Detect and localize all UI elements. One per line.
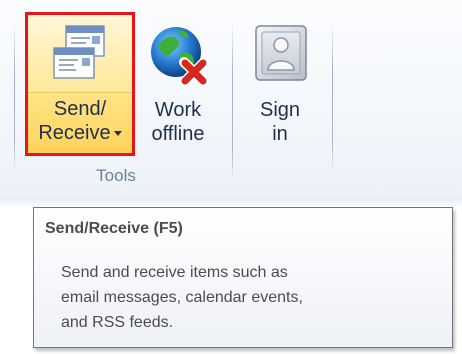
send-receive-icon [53,25,105,79]
work-offline-button[interactable]: Work offline [138,14,218,156]
send-receive-button[interactable]: Send/ Receive [25,12,135,156]
send-receive-tooltip: Send/Receive (F5) Send and receive items… [33,207,453,348]
chevron-down-icon [113,131,122,137]
send-receive-label: Send/ Receive [28,98,132,144]
tooltip-body-line2: email messages, calendar events, [61,289,303,306]
sign-in-label: Sign in [240,99,320,145]
tooltip-title: Send/Receive (F5) [45,220,183,237]
send-receive-label-line1: Send/ [53,98,107,120]
ribbon-panel: Send/ Receive Work offline Sign in Tools [0,0,462,199]
work-offline-label-line2: offline [151,123,205,145]
sign-in-label-line2: in [272,123,288,145]
globe-offline-icon [151,27,209,86]
ribbon-left-separator [14,22,15,172]
send-receive-label-text: Receive [38,122,111,144]
work-offline-label: Work offline [138,99,218,145]
sign-in-label-line1: Sign [259,99,301,121]
tools-group-label: Tools [96,166,136,185]
tooltip-body-line1: Send and receive items such as [61,264,288,281]
ribbon-group-separator [232,22,233,182]
sign-in-button[interactable]: Sign in [240,14,320,156]
work-offline-label-line1: Work [154,99,202,121]
send-receive-button-top[interactable] [28,15,132,93]
tooltip-body: Send and receive items such as email mes… [61,260,441,335]
ribbon-right-separator [332,22,333,172]
send-receive-label-line2: Receive [28,122,132,144]
tooltip-body-line3: and RSS feeds. [61,314,174,331]
person-signin-icon [255,25,307,81]
